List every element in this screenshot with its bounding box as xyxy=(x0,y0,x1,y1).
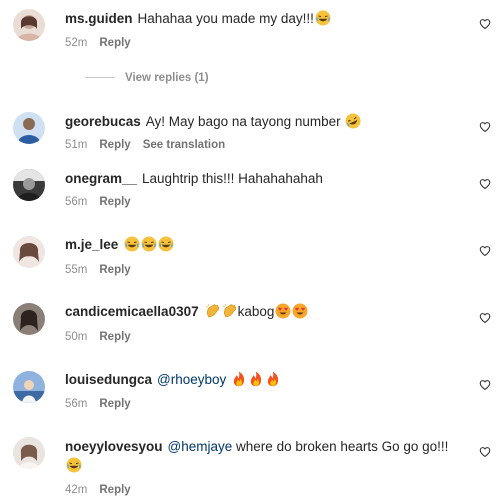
avatar[interactable] xyxy=(13,236,45,268)
reply-button[interactable]: Reply xyxy=(99,331,130,343)
divider xyxy=(85,77,115,79)
reply-button[interactable]: Reply xyxy=(99,139,130,151)
comment-text: kabog xyxy=(237,304,275,319)
fire-emoji-icon xyxy=(265,371,281,387)
timestamp: 55m xyxy=(65,264,88,276)
comment-text: Ay! May bago na tayong number xyxy=(145,114,341,129)
username[interactable]: ms.guiden xyxy=(65,11,133,26)
like-heart-icon[interactable] xyxy=(479,446,491,458)
clap-emoji-icon xyxy=(205,303,221,319)
comment-meta: 56m Reply xyxy=(65,196,143,208)
username[interactable]: louisedungca xyxy=(65,372,152,387)
laughing-emoji-icon xyxy=(66,457,82,473)
comment-line: ms.guiden Hahahaa you made my day!!! xyxy=(65,10,331,28)
username[interactable]: noeyylovesyou xyxy=(65,439,163,454)
like-heart-icon[interactable] xyxy=(479,379,491,391)
mention-link[interactable]: @rhoeyboy xyxy=(157,372,226,387)
view-replies-label: View replies (1) xyxy=(125,72,209,84)
comment-meta: 56m Reply xyxy=(65,398,143,410)
avatar[interactable] xyxy=(13,9,45,41)
like-heart-icon[interactable] xyxy=(479,245,491,257)
username[interactable]: georebucas xyxy=(65,114,141,129)
reply-button[interactable]: Reply xyxy=(99,196,130,208)
fire-emoji-icon xyxy=(231,371,247,387)
like-heart-icon[interactable] xyxy=(479,18,491,30)
comment-text: Hahahaa you made my day!!! xyxy=(137,11,314,26)
comment-line: candicemicaella0307 kabog xyxy=(65,303,308,321)
avatar[interactable] xyxy=(13,437,45,469)
reply-button[interactable]: Reply xyxy=(99,37,130,49)
username[interactable]: onegram__ xyxy=(65,171,137,186)
like-heart-icon[interactable] xyxy=(479,121,491,133)
comment-text: where do broken hearts Go go go!!! xyxy=(236,439,449,454)
see-translation-button[interactable]: See translation xyxy=(143,139,225,151)
comment-text: Laughtrip this!!! Hahahahahah xyxy=(142,171,323,186)
reply-button[interactable]: Reply xyxy=(99,484,130,496)
username[interactable]: candicemicaella0307 xyxy=(65,304,199,319)
avatar[interactable] xyxy=(13,371,45,403)
avatar[interactable] xyxy=(13,112,45,144)
comment-meta: 51m Reply See translation xyxy=(65,139,237,151)
avatar[interactable] xyxy=(13,303,45,335)
comment-line: onegram__ Laughtrip this!!! Hahahahahah xyxy=(65,170,323,188)
mention-link[interactable]: @hemjaye xyxy=(168,439,233,454)
comment-meta: 50m Reply xyxy=(65,331,143,343)
comment-line-continued xyxy=(65,457,82,475)
laughing-emoji-icon xyxy=(315,10,331,26)
comment-line: m.je_lee xyxy=(65,236,174,254)
timestamp: 56m xyxy=(65,196,88,208)
like-heart-icon[interactable] xyxy=(479,312,491,324)
fire-emoji-icon xyxy=(248,371,264,387)
comment-meta: 55m Reply xyxy=(65,264,143,276)
timestamp: 56m xyxy=(65,398,88,410)
comment-line: louisedungca @rhoeyboy xyxy=(65,371,281,389)
laughing-emoji-icon xyxy=(158,236,174,252)
comment-meta: 52m Reply xyxy=(65,37,143,49)
heart-eyes-emoji-icon xyxy=(292,303,308,319)
laughing-emoji-icon xyxy=(124,236,140,252)
like-heart-icon[interactable] xyxy=(479,178,491,190)
reply-button[interactable]: Reply xyxy=(99,264,130,276)
heart-eyes-emoji-icon xyxy=(275,303,291,319)
clap-emoji-icon xyxy=(222,303,238,319)
view-replies-button[interactable]: View replies (1) xyxy=(85,72,209,84)
timestamp: 52m xyxy=(65,37,88,49)
avatar[interactable] xyxy=(13,169,45,201)
timestamp: 50m xyxy=(65,331,88,343)
rofl-emoji-icon xyxy=(345,113,361,129)
comment-line: georebucas Ay! May bago na tayong number xyxy=(65,113,361,131)
comment-line: noeyylovesyou @hemjaye where do broken he… xyxy=(65,438,448,456)
timestamp: 42m xyxy=(65,484,88,496)
reply-button[interactable]: Reply xyxy=(99,398,130,410)
username[interactable]: m.je_lee xyxy=(65,237,118,252)
timestamp: 51m xyxy=(65,139,88,151)
comment-meta: 42m Reply xyxy=(65,484,143,496)
laughing-emoji-icon xyxy=(141,236,157,252)
